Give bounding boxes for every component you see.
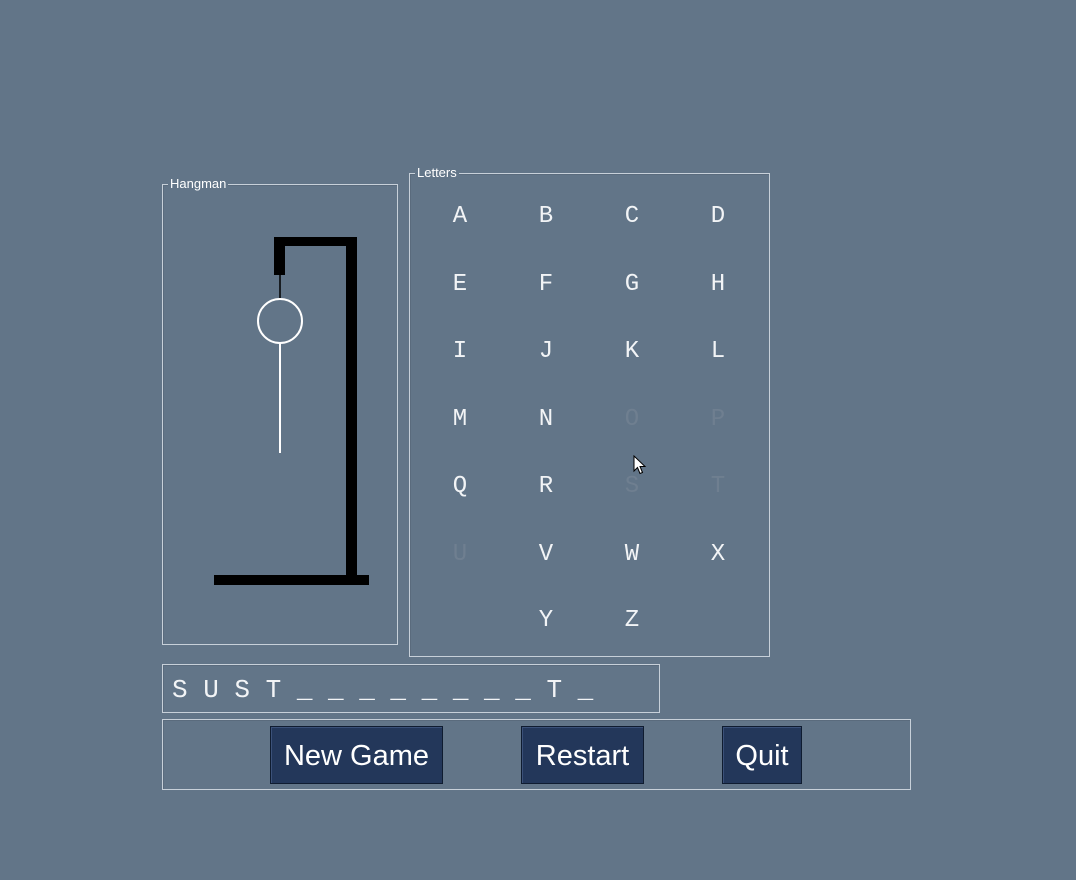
letter-button-f[interactable]: F [526, 270, 566, 300]
gallows-base [214, 575, 369, 585]
letter-button-a[interactable]: A [440, 202, 480, 232]
letter-button-g[interactable]: G [612, 270, 652, 300]
letter-button-i[interactable]: I [440, 337, 480, 367]
letter-button-j[interactable]: J [526, 337, 566, 367]
letter-button-c[interactable]: C [612, 202, 652, 232]
letter-button-y[interactable]: Y [526, 606, 566, 636]
hangman-panel: Hangman [162, 176, 398, 645]
quit-button[interactable]: Quit [722, 726, 802, 784]
hangman-drawing [214, 237, 369, 585]
letter-button-p: P [710, 406, 726, 433]
letter-button-t: T [710, 473, 726, 500]
letter-button-q[interactable]: Q [440, 472, 480, 502]
letter-button-k[interactable]: K [612, 337, 652, 367]
letter-button-r[interactable]: R [526, 472, 566, 502]
letter-button-d[interactable]: D [698, 202, 738, 232]
gallows-beam [274, 237, 357, 246]
mouse-cursor-icon [633, 455, 647, 475]
letter-button-b[interactable]: B [526, 202, 566, 232]
word-display: S U S T _ _ _ _ _ _ _ _ T _ [172, 675, 594, 705]
letter-button-v[interactable]: V [526, 540, 566, 570]
letter-button-w[interactable]: W [612, 540, 652, 570]
letter-button-l[interactable]: L [698, 337, 738, 367]
letter-button-x[interactable]: X [698, 540, 738, 570]
letter-button-u: U [452, 541, 468, 568]
button-bar: New Game Restart Quit [162, 719, 911, 790]
letters-panel-title: Letters [415, 165, 459, 181]
restart-button[interactable]: Restart [521, 726, 644, 784]
letters-panel: Letters A B C D E F G H I J K L M N O P Q R S T U V W X Y Z [409, 165, 770, 657]
gallows-arm [274, 237, 285, 275]
word-panel: S U S T _ _ _ _ _ _ _ _ T _ [162, 664, 660, 713]
letter-button-h[interactable]: H [698, 270, 738, 300]
hangman-head [257, 298, 303, 344]
new-game-button[interactable]: New Game [270, 726, 443, 784]
gallows-post [346, 237, 357, 579]
letter-button-s: S [624, 473, 640, 500]
letter-button-e[interactable]: E [440, 270, 480, 300]
letter-button-n[interactable]: N [526, 405, 566, 435]
letter-button-m[interactable]: M [440, 405, 480, 435]
letter-button-o: O [624, 406, 640, 433]
letter-button-z[interactable]: Z [612, 606, 652, 636]
